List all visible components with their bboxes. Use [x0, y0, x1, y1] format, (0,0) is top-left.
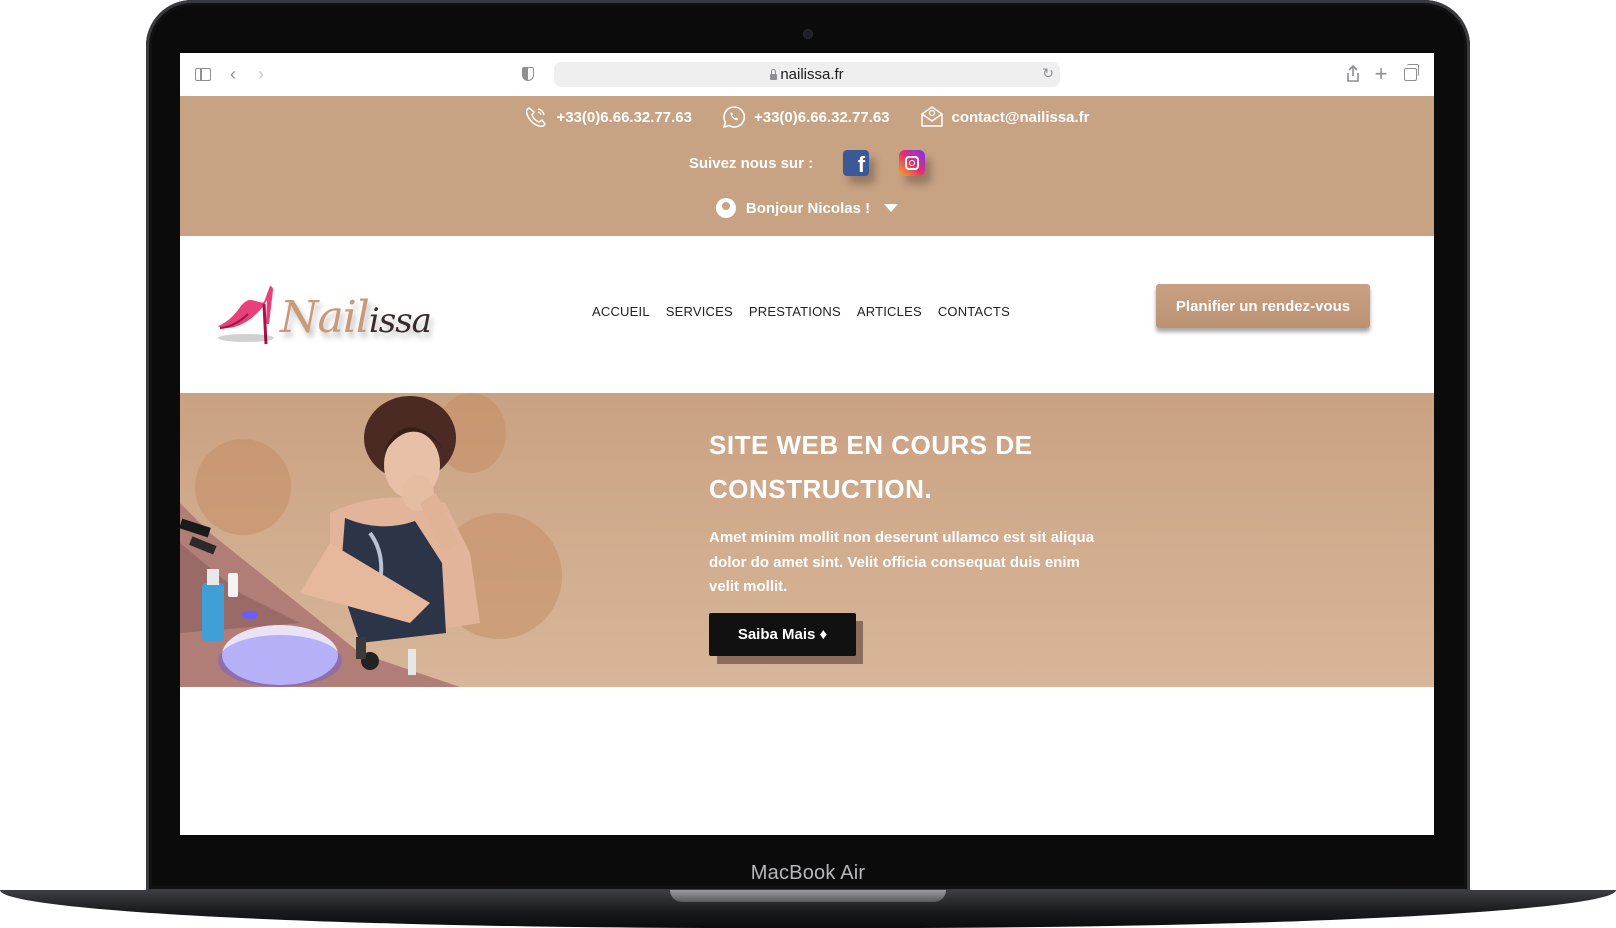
camera-icon: [804, 30, 812, 38]
reload-icon[interactable]: ↻: [1042, 65, 1054, 82]
phone-number: +33(0)6.66.32.77.63: [556, 108, 692, 126]
address-bar[interactable]: nailissa.fr ↻: [554, 62, 1060, 87]
contact-info-bar: +33(0)6.66.32.77.63 +33(0)6.66.32.77.63 …: [180, 96, 1434, 236]
user-menu[interactable]: Bonjour Nicolas !: [180, 195, 1434, 221]
plus-icon[interactable]: +: [1372, 61, 1390, 86]
email-icon: [920, 106, 943, 127]
whatsapp-icon: [722, 106, 746, 129]
device-brand-label: MacBook Air: [750, 862, 866, 884]
sidebar-icon[interactable]: [192, 63, 214, 85]
high-heel-shoe-icon: [217, 286, 274, 345]
contact-row: +33(0)6.66.32.77.63 +33(0)6.66.32.77.63 …: [180, 104, 1434, 130]
email-contact[interactable]: contact@nailissa.fr: [920, 105, 1090, 129]
instagram-icon[interactable]: [899, 150, 926, 176]
browser-toolbar: ‹ › nailissa.fr ↻ +: [180, 53, 1434, 97]
learn-more-button[interactable]: Saiba Mais ♦: [709, 613, 856, 656]
shield-icon[interactable]: [518, 63, 538, 85]
laptop-hinge-notch: [670, 890, 946, 902]
tabs-overview-icon[interactable]: [1400, 63, 1420, 85]
follow-label: Suivez nous sur :: [688, 154, 814, 172]
whatsapp-number: +33(0)6.66.32.77.63: [753, 108, 890, 126]
nav-accueil[interactable]: ACCUEIL: [592, 304, 650, 319]
chevron-left-icon[interactable]: ‹: [224, 63, 242, 85]
email-address: contact@nailissa.fr: [951, 108, 1090, 126]
hero-photo: [180, 396, 480, 687]
user-avatar-icon: [715, 198, 736, 218]
facebook-icon[interactable]: f: [843, 150, 870, 176]
logo-wordmark: Nailissa: [280, 292, 432, 343]
nav-services[interactable]: SERVICES: [666, 304, 733, 319]
nav-articles[interactable]: ARTICLES: [857, 304, 922, 319]
social-row: Suivez nous sur : f: [180, 148, 1434, 178]
hero-title: SITE WEB EN COURS DE CONSTRUCTION.: [709, 430, 1033, 504]
chevron-right-icon[interactable]: ›: [252, 63, 270, 85]
phone-icon: [526, 107, 547, 128]
nav-prestations[interactable]: PRESTATIONS: [749, 304, 841, 319]
site-logo[interactable]: Nailissa: [214, 282, 454, 352]
user-greeting: Bonjour Nicolas !: [745, 199, 871, 217]
url-text: nailissa.fr: [780, 66, 844, 83]
chevron-down-icon[interactable]: [884, 204, 899, 212]
nav-contacts[interactable]: CONTACTS: [938, 304, 1010, 319]
hero-text: Amet minim mollit non deserunt ullamco e…: [709, 529, 1095, 595]
whatsapp-contact[interactable]: +33(0)6.66.32.77.63: [722, 105, 890, 129]
phone-contact[interactable]: +33(0)6.66.32.77.63: [524, 105, 692, 129]
lock-icon: [770, 68, 778, 80]
browser-screen: ‹ › nailissa.fr ↻ + +33(0)6.66.32.77.63: [180, 53, 1434, 835]
hero-section: SITE WEB EN COURS DE CONSTRUCTION. Amet …: [180, 393, 1434, 687]
site-header: Nailissa ACCUEIL SERVICES PRESTATIONS AR…: [180, 236, 1434, 393]
main-nav: ACCUEIL SERVICES PRESTATIONS ARTICLES CO…: [592, 304, 1010, 319]
share-icon[interactable]: [1344, 63, 1362, 85]
book-appointment-button[interactable]: Planifier un rendez-vous: [1156, 284, 1370, 328]
